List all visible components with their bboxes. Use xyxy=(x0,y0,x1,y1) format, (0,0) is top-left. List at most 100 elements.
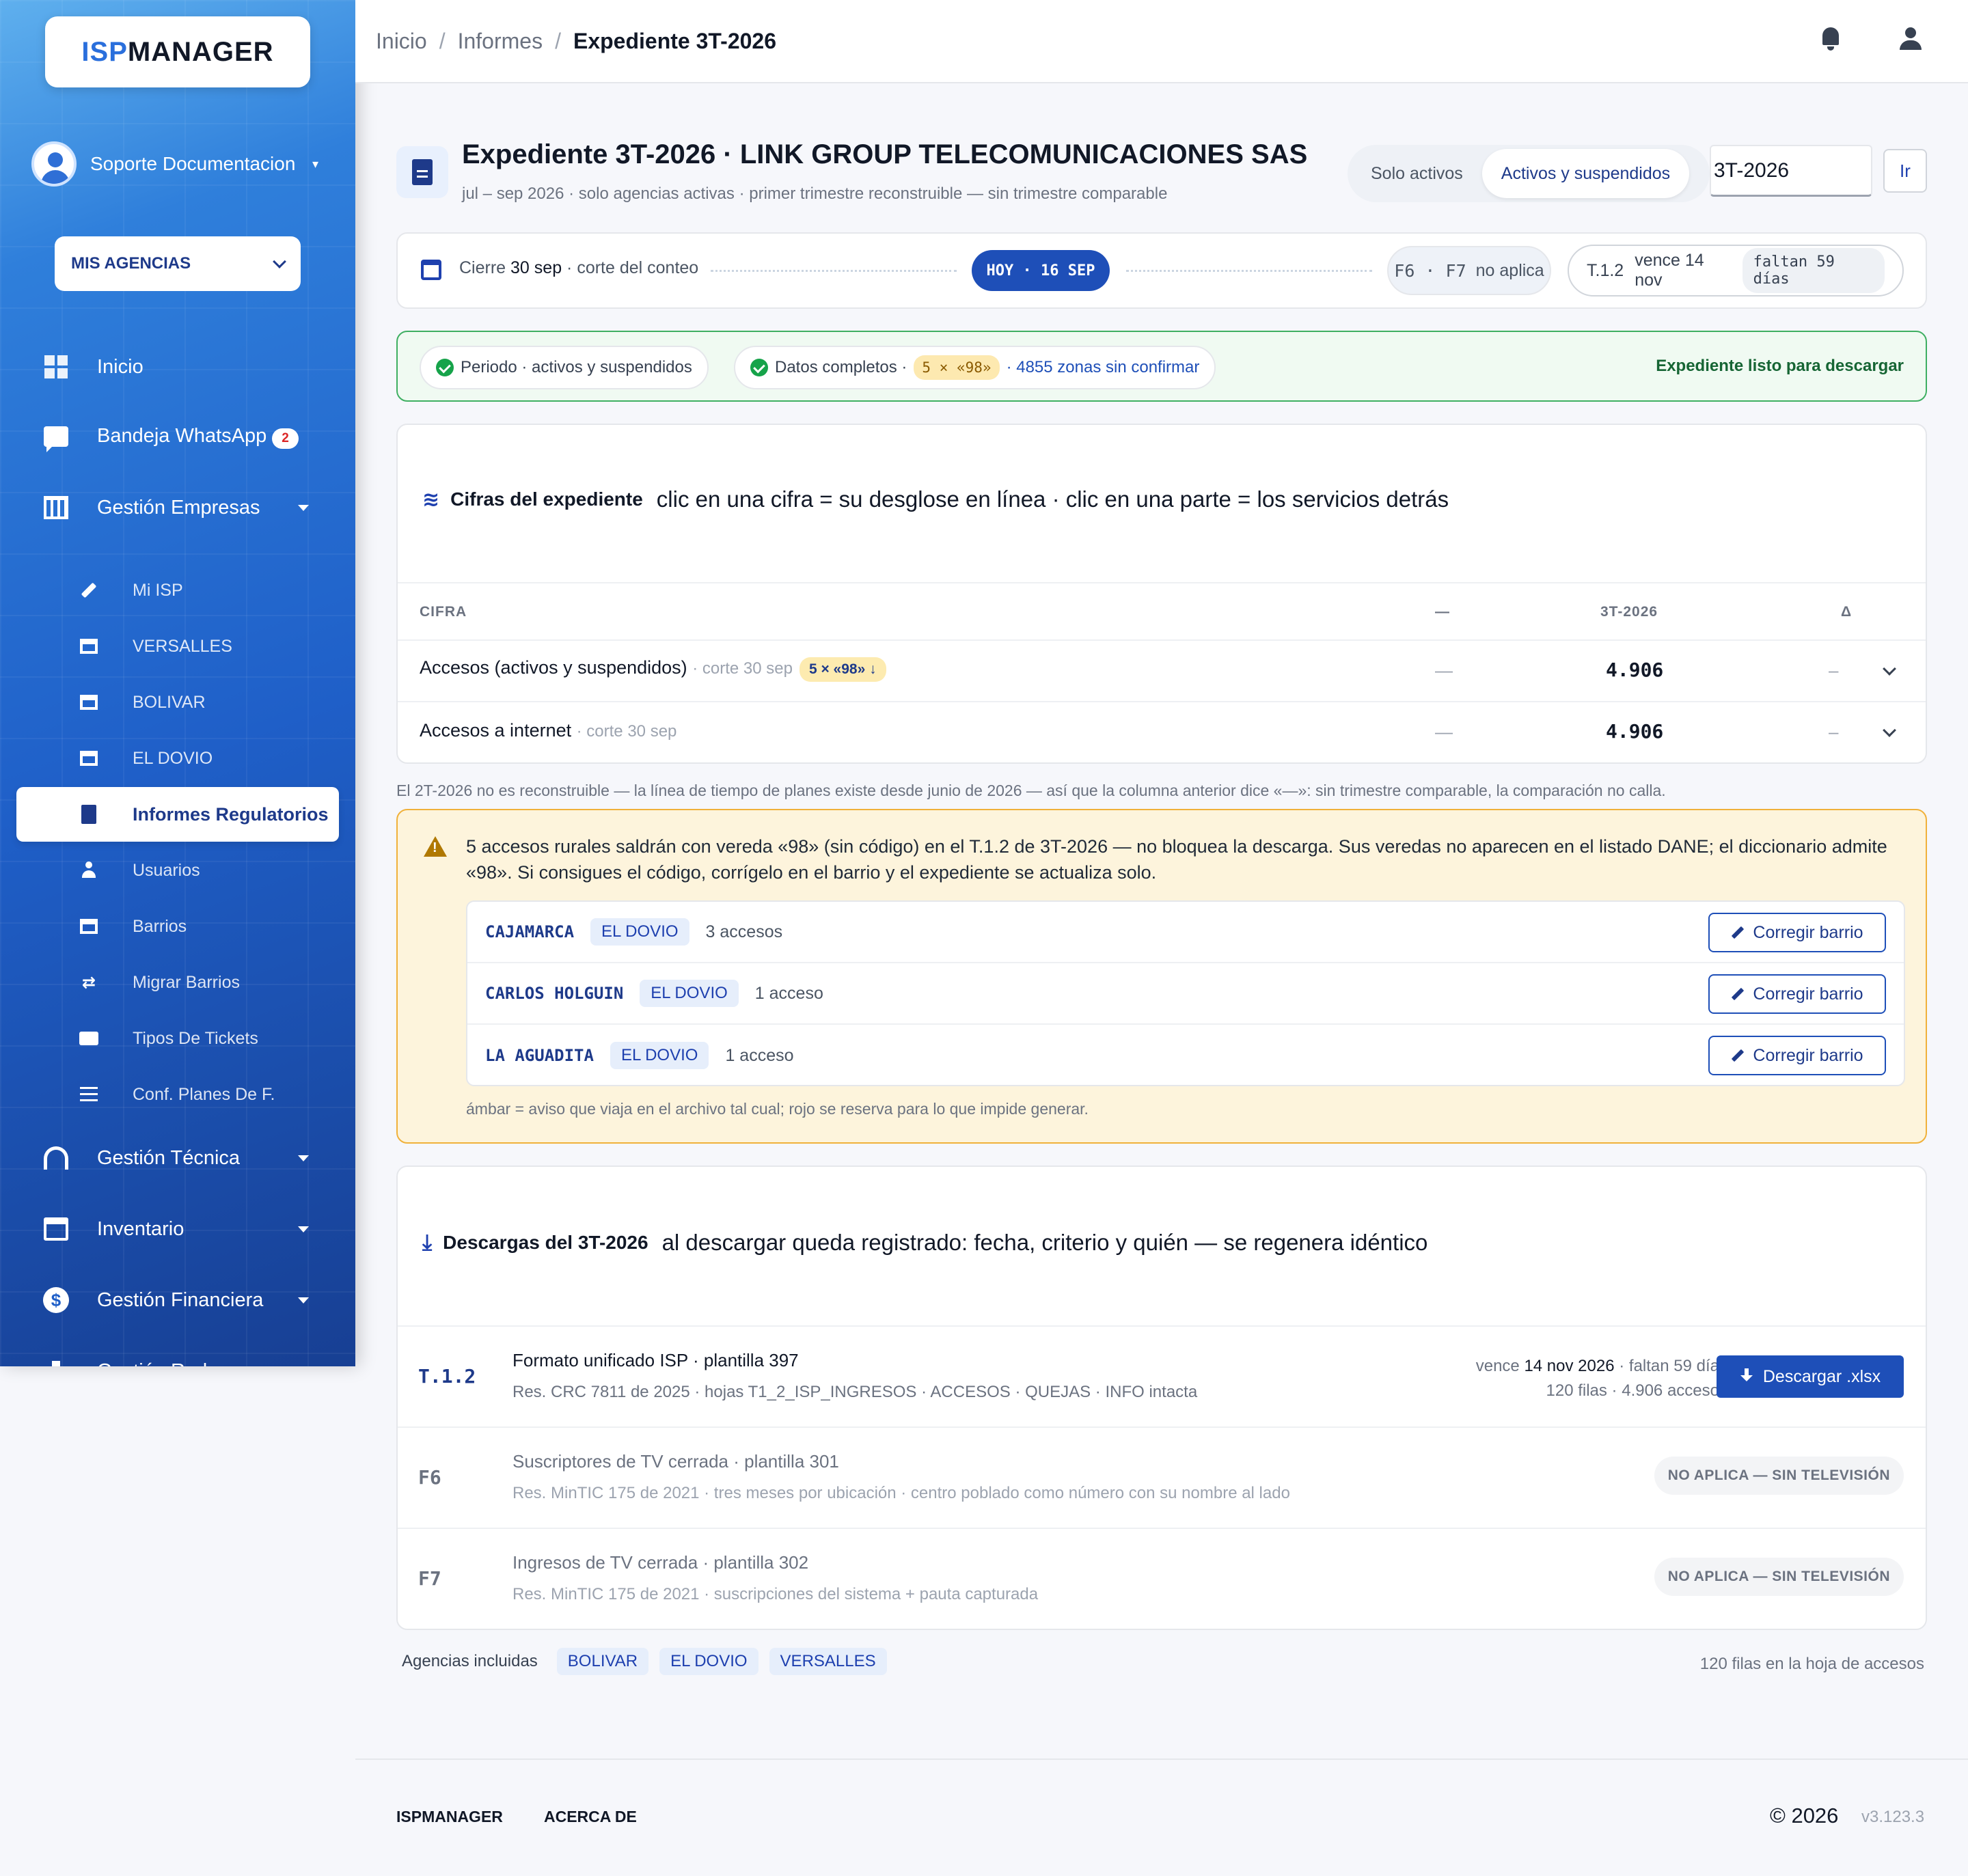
pencil-icon xyxy=(79,581,98,600)
signal-icon: ≋ xyxy=(422,488,440,511)
zonas-sin-confirmar-link[interactable]: · 4855 zonas sin confirmar xyxy=(1007,358,1200,377)
store-icon xyxy=(79,693,98,712)
sidebar-item-bolivar[interactable]: BOLIVAR xyxy=(0,682,355,723)
vereda-warning: 5 accesos rurales saldrán con vereda «98… xyxy=(396,809,1927,1144)
status-filter-toggle: Solo activos Activos y suspendidos xyxy=(1348,145,1710,202)
sidebar-item-gestion-red[interactable]: Gestión Red xyxy=(0,1347,355,1366)
cifras-card xyxy=(396,424,1927,764)
sidebar-item-migrar-barrios[interactable]: ⇄ Migrar Barrios xyxy=(0,962,355,1003)
sidebar-item-inicio[interactable]: Inicio xyxy=(0,343,355,391)
close-date-label: Cierre 30 sep · corte del conteo xyxy=(459,258,699,277)
corregir-barrio-button[interactable]: Corregir barrio xyxy=(1708,913,1886,952)
sidebar: ISP MANAGER Soporte Documentacion ▾ MIS A… xyxy=(0,0,355,1366)
go-button[interactable]: Ir xyxy=(1883,149,1927,193)
sidebar-item-informes-regulatorios[interactable]: Informes Regulatorios xyxy=(16,787,339,842)
current-value[interactable]: 4.906 xyxy=(1606,659,1663,681)
building-icon xyxy=(42,494,70,521)
t12-deadline-pill: T.1.2 vence 14 nov faltan 59 días xyxy=(1568,245,1904,296)
not-applicable-badge: NO APLICA — SIN TELEVISIÓN xyxy=(1654,1457,1904,1495)
periodo-chip: Periodo · activos y suspendidos xyxy=(420,346,709,389)
format-code: T.1.2 xyxy=(418,1365,476,1388)
download-xlsx-button[interactable]: Descargar .xlsx xyxy=(1717,1355,1904,1398)
app-logo[interactable]: ISP MANAGER xyxy=(45,16,310,87)
sidebar-item-label: Gestión Empresas xyxy=(97,496,260,519)
delta-value: – xyxy=(1829,721,1839,742)
breadcrumb-informes[interactable]: Informes xyxy=(458,29,543,53)
breadcrumb-inicio[interactable]: Inicio xyxy=(376,29,427,53)
descargas-header: ⤓ Descargas del 3T-2026 al descargar que… xyxy=(422,1230,1427,1256)
column-header: Δ xyxy=(1841,604,1853,620)
sidebar-item-label: BOLIVAR xyxy=(133,692,206,712)
ready-label: Expediente listo para descargar xyxy=(1656,357,1904,375)
divider xyxy=(398,582,1926,583)
download-row: F6 Suscriptores de TV cerrada · plantill… xyxy=(398,1426,1926,1528)
status-banner: Periodo · activos y suspendidos Datos co… xyxy=(396,331,1927,402)
notifications-bell-icon[interactable] xyxy=(1820,27,1841,51)
divider xyxy=(398,701,1926,702)
column-header: CIFRA xyxy=(420,604,467,620)
breadcrumb: Inicio / Informes / Expediente 3T-2026 xyxy=(376,29,776,54)
sidebar-item-bandeja-whatsapp[interactable]: Bandeja WhatsApp 2 xyxy=(0,413,355,460)
filter-activos-y-suspendidos[interactable]: Activos y suspendidos xyxy=(1481,149,1690,198)
person-icon xyxy=(79,861,98,880)
list-item: CARLOS HOLGUIN EL DOVIO 1 acceso Corregi… xyxy=(467,963,1904,1025)
sidebar-item-barrios[interactable]: Barrios xyxy=(0,906,355,947)
timeline-dots xyxy=(1126,270,1372,272)
sidebar-item-usuarios[interactable]: Usuarios xyxy=(0,850,355,891)
vereda-98-badge[interactable]: 5 × «98» ↓ xyxy=(799,657,886,682)
sidebar-item-mi-isp[interactable]: Mi ISP xyxy=(0,570,355,611)
agency-selector[interactable]: MIS AGENCIAS xyxy=(55,236,301,291)
warning-icon xyxy=(424,836,447,857)
format-subtitle: Res. MinTIC 175 de 2021 · suscripciones … xyxy=(512,1585,1039,1603)
network-icon xyxy=(42,1357,70,1366)
format-title: Formato unificado ISP · plantilla 397 xyxy=(512,1350,799,1370)
swap-arrows-icon: ⇄ xyxy=(81,973,96,992)
breadcrumb-separator: / xyxy=(555,28,561,53)
list-item: CAJAMARCA EL DOVIO 3 accesos Corregir ba… xyxy=(467,902,1904,963)
sidebar-item-label: Mi ISP xyxy=(133,580,183,600)
sidebar-item-versalles[interactable]: VERSALLES xyxy=(0,626,355,667)
filter-solo-activos[interactable]: Solo activos xyxy=(1352,149,1482,198)
agency-tag: EL DOVIO xyxy=(610,1042,709,1069)
format-subtitle: Res. MinTIC 175 de 2021 · tres meses por… xyxy=(512,1484,1290,1502)
period-input[interactable] xyxy=(1710,145,1872,197)
download-row: T.1.2 Formato unificado ISP · plantilla … xyxy=(398,1325,1926,1426)
row-note: · corte 30 sep xyxy=(576,722,677,741)
access-count: 3 accesos xyxy=(705,922,783,941)
sidebar-item-tipos-de-tickets[interactable]: Tipos De Tickets xyxy=(0,1018,355,1059)
caret-down-icon xyxy=(298,1226,309,1232)
footer-link-acerca-de[interactable]: ACERCA DE xyxy=(544,1808,637,1826)
sidebar-item-label: Gestión Técnica xyxy=(97,1146,241,1169)
user-menu[interactable]: Soporte Documentacion ▾ xyxy=(31,141,318,187)
tune-icon xyxy=(79,1085,98,1104)
sidebar-item-gestion-tecnica[interactable]: Gestión Técnica xyxy=(0,1134,355,1182)
section-description: al descargar queda registrado: fecha, cr… xyxy=(661,1230,1428,1255)
pencil-icon xyxy=(1732,1049,1745,1062)
prev-value: — xyxy=(1435,721,1453,742)
check-circle-icon xyxy=(436,359,454,376)
sidebar-item-gestion-financiera[interactable]: $ Gestión Financiera xyxy=(0,1276,355,1324)
corregir-barrio-button[interactable]: Corregir barrio xyxy=(1708,1036,1886,1075)
caret-down-icon xyxy=(298,504,309,511)
warning-legend: ámbar = aviso que viaja en el archivo ta… xyxy=(466,1100,1089,1118)
sidebar-item-label: Barrios xyxy=(133,916,187,936)
archive-icon xyxy=(42,1215,70,1243)
column-header: — xyxy=(1435,604,1450,620)
sidebar-item-conf-planes[interactable]: Conf. Planes De F. xyxy=(0,1074,355,1115)
f-code: F6 · F7 xyxy=(1394,260,1466,281)
sidebar-item-inventario[interactable]: Inventario xyxy=(0,1205,355,1253)
page-title: Expediente 3T-2026 · LINK GROUP TELECOMU… xyxy=(462,139,1308,169)
sidebar-item-gestion-empresas[interactable]: Gestión Empresas xyxy=(0,484,355,532)
ticket-icon xyxy=(79,1029,98,1048)
divider xyxy=(398,639,1926,641)
corregir-barrio-button[interactable]: Corregir barrio xyxy=(1708,974,1886,1014)
account-icon[interactable] xyxy=(1898,27,1923,51)
current-value[interactable]: 4.906 xyxy=(1606,720,1663,743)
today-marker: HOY · 16 SEP xyxy=(972,250,1110,291)
sidebar-item-label: Informes Regulatorios xyxy=(133,803,329,825)
vereda-code: CAJAMARCA xyxy=(485,922,575,941)
breadcrumb-separator: / xyxy=(439,28,446,53)
sidebar-item-label: Conf. Planes De F. xyxy=(133,1084,275,1104)
sidebar-item-el-dovio[interactable]: EL DOVIO xyxy=(0,738,355,779)
footer-link-ispmanager[interactable]: ISPMANAGER xyxy=(396,1808,503,1826)
